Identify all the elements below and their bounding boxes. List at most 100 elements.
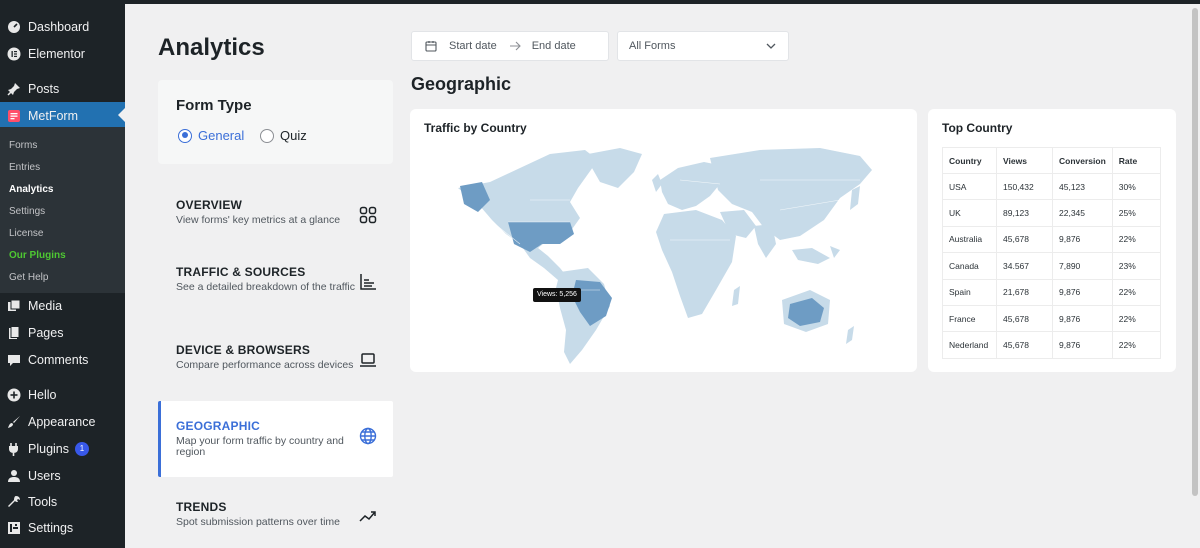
column-header-rate: Rate [1111,147,1162,174]
submenu-license[interactable]: License [9,228,43,239]
nav-trends[interactable]: TRENDS Spot submission patterns over tim… [158,482,393,548]
elementor-icon [7,47,21,61]
nav-overview[interactable]: OVERVIEW View forms' key metrics at a gl… [158,180,393,256]
sidebar-item-label: Settings [28,520,74,535]
sidebar-item-label: Pages [28,325,64,340]
cell-country: France [942,304,997,333]
date-range-picker[interactable]: Start date End date [411,31,609,61]
cell-conversion: 9,876 [1052,304,1113,333]
nav-title: OVERVIEW [176,198,243,212]
sidebar-item-label: Media [28,298,63,313]
sidebar-item-dashboard[interactable]: Dashboard [0,13,125,40]
submenu-analytics[interactable]: Analytics [9,184,53,195]
radio-label: General [198,128,245,143]
sidebar-item-posts[interactable]: Posts [0,75,125,102]
column-header-conversion: Conversion [1052,147,1113,174]
sidebar-item-hello[interactable]: Hello [0,381,125,408]
table-row: UK 89,123 22,345 25% [942,199,1162,227]
sidebar-item-metform[interactable]: MetForm [0,102,125,129]
card-title: Top Country [942,121,1013,135]
sidebar-item-appearance[interactable]: Appearance [0,408,125,435]
map-tooltip: Views: 5,256 [533,288,581,302]
wp-admin-sidebar: Dashboard Elementor Posts MetForm Forms … [0,4,125,548]
cell-views: 45,678 [996,225,1053,254]
table-row: Spain 21,678 9,876 22% [942,278,1162,306]
admin-top-bar [0,0,1200,4]
sidebar-item-label: Dashboard [28,19,90,34]
sidebar-item-tools[interactable]: Tools [0,488,125,515]
nav-geographic[interactable]: GEOGRAPHIC Map your form traffic by coun… [158,401,393,477]
nav-desc: Spot submission patterns over time [176,516,340,528]
forms-filter-select[interactable]: All Forms [617,31,789,61]
sidebar-item-label: Posts [28,81,60,96]
page-scrollbar[interactable] [1190,4,1200,548]
cell-views: 21,678 [996,278,1053,306]
sidebar-item-label: Users [28,468,61,483]
section-title: Geographic [411,74,512,94]
end-date-input[interactable]: End date [532,40,576,52]
submenu-settings[interactable]: Settings [9,206,45,217]
dashboard-icon [7,20,21,34]
submenu-get-help[interactable]: Get Help [9,272,48,283]
sidebar-item-plugins[interactable]: Plugins 1 [0,435,125,462]
plugin-icon [7,442,21,456]
sidebar-item-label: Hello [28,387,57,402]
wrench-icon [7,495,21,509]
select-value: All Forms [629,40,676,52]
sidebar-item-settings[interactable]: Settings [0,514,125,541]
cell-rate: 22% [1111,278,1162,306]
cell-country: Canada [942,252,997,280]
cell-views: 150,432 [996,172,1053,201]
radio-label: Quiz [280,128,307,143]
cell-country: Australia [942,225,997,254]
sidebar-item-label: Elementor [28,46,85,61]
sidebar-item-label: Plugins [28,441,69,456]
map-base-land [458,148,872,364]
submenu-entries[interactable]: Entries [9,162,40,173]
nav-traffic-sources[interactable]: TRAFFIC & SOURCES See a detailed breakdo… [158,247,393,323]
globe-icon [359,427,377,445]
sidebar-item-media[interactable]: Media [0,292,125,319]
cell-conversion: 22,345 [1052,199,1113,227]
cell-rate: 22% [1111,304,1162,333]
plus-circle-icon [7,388,21,402]
update-count-badge: 1 [75,441,89,456]
cell-views: 45,678 [996,331,1053,359]
cell-views: 45,678 [996,304,1053,333]
submenu-our-plugins[interactable]: Our Plugins [9,250,66,261]
card-title: Traffic by Country [424,121,527,135]
nav-title: DEVICE & BROWSERS [176,343,311,357]
world-map[interactable] [420,140,910,368]
nav-device-browsers[interactable]: DEVICE & BROWSERS Compare performance ac… [158,325,393,401]
cell-country: UK [942,199,997,227]
sidebar-item-elementor[interactable]: Elementor [0,40,125,67]
nav-title: GEOGRAPHIC [176,419,261,433]
sidebar-item-label: Appearance [28,414,96,429]
nav-desc: Map your form traffic by country and reg… [176,435,344,458]
sidebar-item-users[interactable]: Users [0,462,125,489]
user-icon [7,469,21,483]
scrollbar-thumb[interactable] [1192,8,1198,496]
radio-quiz[interactable]: Quiz [260,128,307,143]
radio-indicator [260,128,274,143]
sidebar-item-comments[interactable]: Comments [0,346,125,373]
start-date-input[interactable]: Start date [449,40,497,52]
metform-submenu: Forms Entries Analytics Settings License… [0,127,125,293]
cell-rate: 30% [1111,172,1162,201]
table-row: Nederland 45,678 9,876 22% [942,331,1162,359]
cell-rate: 25% [1111,199,1162,227]
cell-conversion: 9,876 [1052,278,1113,306]
cell-rate: 22% [1111,331,1162,359]
nav-desc: See a detailed breakdown of the traffic [176,281,356,293]
media-icon [7,299,21,313]
submenu-forms[interactable]: Forms [9,140,37,151]
sidebar-item-pages[interactable]: Pages [0,319,125,346]
table-row: Canada 34.567 7,890 23% [942,252,1162,280]
pin-icon [7,82,21,96]
radio-indicator [178,128,192,143]
table-row: Australia 45,678 9,876 22% [942,225,1162,254]
nav-desc: View forms' key metrics at a glance [176,214,341,226]
table-row: USA 150,432 45,123 30% [942,172,1162,201]
sidebar-item-label: Tools [28,494,58,509]
radio-general[interactable]: General [178,128,244,143]
